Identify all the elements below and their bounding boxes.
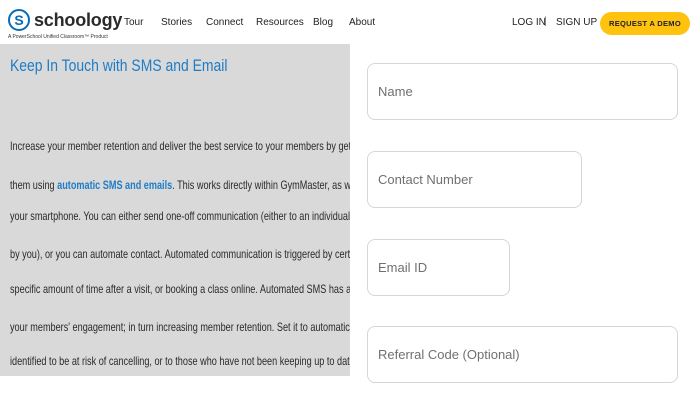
logo-tagline: A PowerSchool Unified Classroom™ Product [8, 34, 108, 40]
nav-blog[interactable]: Blog [313, 17, 333, 28]
name-input[interactable] [368, 64, 677, 119]
automatic-sms-link[interactable]: automatic SMS and emails [57, 178, 172, 192]
email-id-field[interactable] [367, 239, 510, 296]
nav-connect[interactable]: Connect [206, 17, 243, 28]
nav-resources[interactable]: Resources [256, 17, 304, 28]
body-line-5: specific amount of time after a visit, o… [10, 282, 350, 296]
site-header: S schoology A PowerSchool Unified Classr… [0, 0, 700, 44]
body-line-2-start: them using [10, 178, 58, 192]
body-line-6: your members' engagement; in turn increa… [10, 320, 350, 334]
schoology-logo-icon: S [8, 9, 30, 31]
request-demo-button[interactable]: REQUEST A DEMO [600, 12, 690, 35]
nav-about[interactable]: About [349, 17, 375, 28]
section-title: Keep In Touch with SMS and Email [10, 56, 228, 75]
body-line-2: them using automatic SMS and emails. Thi… [10, 178, 350, 192]
referral-code-input[interactable] [368, 327, 677, 382]
logo-wordmark: schoology [34, 10, 123, 30]
body-line-1: Increase your member retention and deliv… [10, 139, 350, 153]
body-line-2-end: . This works directly within GymMaster, … [172, 178, 350, 192]
body-line-3: your smartphone. You can either send one… [10, 209, 350, 223]
schoology-logo[interactable]: S schoology A PowerSchool Unified Classr… [8, 9, 126, 40]
contact-number-field[interactable] [367, 151, 582, 208]
signup-link[interactable]: SIGN UP [556, 17, 597, 28]
sms-email-section: Keep In Touch with SMS and Email Increas… [0, 44, 350, 376]
body-line-7: identified to be at risk of cancelling, … [10, 354, 350, 368]
nav-stories[interactable]: Stories [161, 17, 192, 28]
nav-tour[interactable]: Tour [124, 17, 143, 28]
name-field[interactable] [367, 63, 678, 120]
referral-code-field[interactable] [367, 326, 678, 383]
contact-number-input[interactable] [368, 152, 581, 207]
login-link[interactable]: LOG IN [512, 17, 546, 28]
nav-separator: | [544, 16, 547, 27]
body-line-4: by you), or you can automate contact. Au… [10, 247, 350, 261]
email-id-input[interactable] [368, 240, 509, 295]
